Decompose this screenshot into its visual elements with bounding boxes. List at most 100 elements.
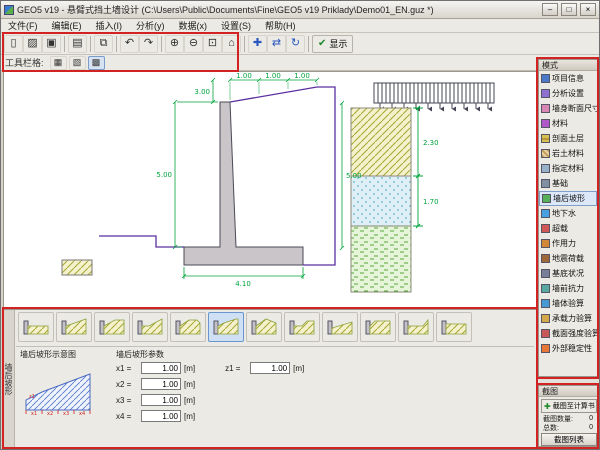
- mode-item-cross-section[interactable]: 截面强度验算: [539, 326, 597, 341]
- mode-item-foundation[interactable]: 基础: [539, 176, 597, 191]
- layer-dimensions: [413, 106, 423, 228]
- menu-insert[interactable]: 插入(I): [89, 18, 130, 33]
- x4-input[interactable]: [141, 410, 181, 422]
- undo-button[interactable]: ↶: [120, 35, 139, 53]
- slope-shape-thumbnail-9[interactable]: [322, 312, 358, 342]
- menu-bar: 文件(F) 编辑(E) 插入(I) 分析(y) 数据(x) 设置(S) 帮助(H…: [1, 19, 599, 33]
- x4-row: x4 = [m]: [116, 408, 195, 424]
- dim-layer1-label: 2.30: [423, 139, 439, 147]
- slope-shape-thumbnail-7[interactable]: [246, 312, 282, 342]
- dim-backfill-label: 5.00: [346, 172, 362, 180]
- x2-input[interactable]: [141, 378, 181, 390]
- slope-shape-thumbnail-4[interactable]: [132, 312, 168, 342]
- z1-input[interactable]: [250, 362, 290, 374]
- drawing-canvas[interactable]: 2.30 1.70 1.00 1.00 1.00 3.00: [3, 71, 537, 309]
- mode-item-analysis-settings[interactable]: 分析设置: [539, 86, 597, 101]
- dim-wall-left-label: 5.00: [156, 171, 172, 179]
- add-screenshot-button[interactable]: ✚ 截图至计算书: [541, 399, 597, 413]
- slope-shape-thumbnail-3[interactable]: [94, 312, 130, 342]
- menu-analysis[interactable]: 分析(y): [129, 18, 172, 33]
- redo-button[interactable]: ↷: [139, 35, 158, 53]
- refresh-button[interactable]: ↻: [286, 35, 305, 53]
- open-button[interactable]: ▨: [23, 35, 42, 53]
- screenshot-total-value: 0: [589, 424, 593, 431]
- frame-toolbar: 工具栏格: ▦ ▧ ▩: [1, 55, 599, 71]
- new-button[interactable]: ▯: [4, 35, 23, 53]
- frame-divider: [16, 346, 534, 347]
- x3-input[interactable]: [141, 394, 181, 406]
- move-view-button[interactable]: ⇄: [267, 35, 286, 53]
- x3-row: x3 = [m]: [116, 392, 195, 408]
- mode-item-material[interactable]: 材料: [539, 116, 597, 131]
- slope-shape-thumbnail-12[interactable]: [436, 312, 472, 342]
- surcharge-load: [374, 83, 494, 109]
- print-button[interactable]: ▤: [68, 35, 87, 53]
- window-title: GEO5 v19 - 悬臂式挡土墙设计 (C:\Users\Public\Doc…: [17, 3, 539, 16]
- soil-layer-1: [351, 108, 411, 176]
- screenshot-list-button[interactable]: 截图列表: [541, 433, 597, 446]
- mode-item-bearing-capacity[interactable]: 承载力验算: [539, 311, 597, 326]
- mode-item-applied-forces[interactable]: 作用力: [539, 236, 597, 251]
- zoom-out-button[interactable]: ⊖: [184, 35, 203, 53]
- mode-item-earthquake[interactable]: 地震荷载: [539, 251, 597, 266]
- mode-item-project-info[interactable]: 项目信息: [539, 71, 597, 86]
- x1-input[interactable]: [141, 362, 181, 374]
- modes-panel-header: 模式: [539, 60, 597, 71]
- bearing-capacity-icon: [541, 314, 550, 323]
- profile-layers-icon: [541, 134, 550, 143]
- mode-item-surcharge[interactable]: 超载: [539, 221, 597, 236]
- surcharge-icon: [541, 224, 550, 233]
- toolbar-separator: [116, 36, 117, 52]
- x1-row: x1 = [m]: [116, 360, 195, 376]
- zoom-extents-button[interactable]: ⌂: [222, 35, 241, 53]
- layout-toggle-2-button[interactable]: ▧: [69, 56, 86, 70]
- mode-item-soils[interactable]: 岩土材料: [539, 146, 597, 161]
- slope-shape-thumbnail-11[interactable]: [398, 312, 434, 342]
- save-button[interactable]: ▣: [42, 35, 61, 53]
- maximize-button[interactable]: □: [561, 3, 577, 16]
- add-screenshot-icon: ✚: [544, 402, 551, 411]
- mode-item-assign[interactable]: 指定材料: [539, 161, 597, 176]
- copy-button[interactable]: ⧉: [94, 35, 113, 53]
- menu-help[interactable]: 帮助(H): [258, 18, 303, 33]
- slope-shape-thumbnail-2[interactable]: [56, 312, 92, 342]
- mode-item-terrain[interactable]: 墙后坡形: [539, 191, 597, 206]
- mark-x2: x2: [47, 411, 53, 416]
- menu-data[interactable]: 数据(x): [172, 18, 215, 33]
- display-button[interactable]: ✔ 显示: [312, 35, 353, 53]
- menu-edit[interactable]: 编辑(E): [45, 18, 89, 33]
- screenshot-count-value: 0: [589, 415, 593, 422]
- mode-item-verification[interactable]: 墙体验算: [539, 296, 597, 311]
- app-window: GEO5 v19 - 悬臂式挡土墙设计 (C:\Users\Public\Doc…: [0, 0, 600, 450]
- mode-item-external-stability[interactable]: 外部稳定性: [539, 341, 597, 356]
- slope-shape-thumbnail-5[interactable]: [170, 312, 206, 342]
- wall-drawing: 2.30 1.70 1.00 1.00 1.00 3.00: [4, 72, 536, 308]
- mode-item-profile[interactable]: 剖面土层: [539, 131, 597, 146]
- mode-item-base-condition[interactable]: 基底状况: [539, 266, 597, 281]
- minimize-button[interactable]: –: [542, 3, 558, 16]
- menu-settings[interactable]: 设置(S): [214, 18, 258, 33]
- retaining-wall: [184, 102, 303, 265]
- zoom-in-button[interactable]: ⊕: [165, 35, 184, 53]
- layout-toggle-1-button[interactable]: ▦: [50, 56, 67, 70]
- mark-x1: x1: [31, 411, 37, 416]
- mode-item-water[interactable]: 地下水: [539, 206, 597, 221]
- modes-panel: 模式 项目信息 分析设置 墙身断面尺寸 材料 剖面土层 岩土材料 指定材料 基础…: [538, 59, 598, 377]
- mode-item-wall-geometry[interactable]: 墙身断面尺寸: [539, 101, 597, 116]
- verification-icon: [541, 299, 550, 308]
- slope-shape-thumbnail-8[interactable]: [284, 312, 320, 342]
- slope-preview: z1 x1 x2 x3 x4: [20, 358, 100, 418]
- pan-button[interactable]: ✚: [248, 35, 267, 53]
- layout-toggle-3-button[interactable]: ▩: [88, 56, 105, 70]
- external-stability-icon: [541, 344, 550, 353]
- close-button[interactable]: ×: [580, 3, 596, 16]
- dim-top-2-label: 1.00: [265, 72, 281, 80]
- menu-file[interactable]: 文件(F): [1, 18, 45, 33]
- slope-shape-thumbnail-10[interactable]: [360, 312, 396, 342]
- slope-preview-shape: [26, 374, 90, 410]
- mode-item-front-resistance[interactable]: 墙前抗力: [539, 281, 597, 296]
- slope-shape-thumbnail-1[interactable]: [18, 312, 54, 342]
- base-condition-icon: [541, 269, 550, 278]
- slope-shape-thumbnail-6[interactable]: [208, 312, 244, 342]
- zoom-window-button[interactable]: ⊡: [203, 35, 222, 53]
